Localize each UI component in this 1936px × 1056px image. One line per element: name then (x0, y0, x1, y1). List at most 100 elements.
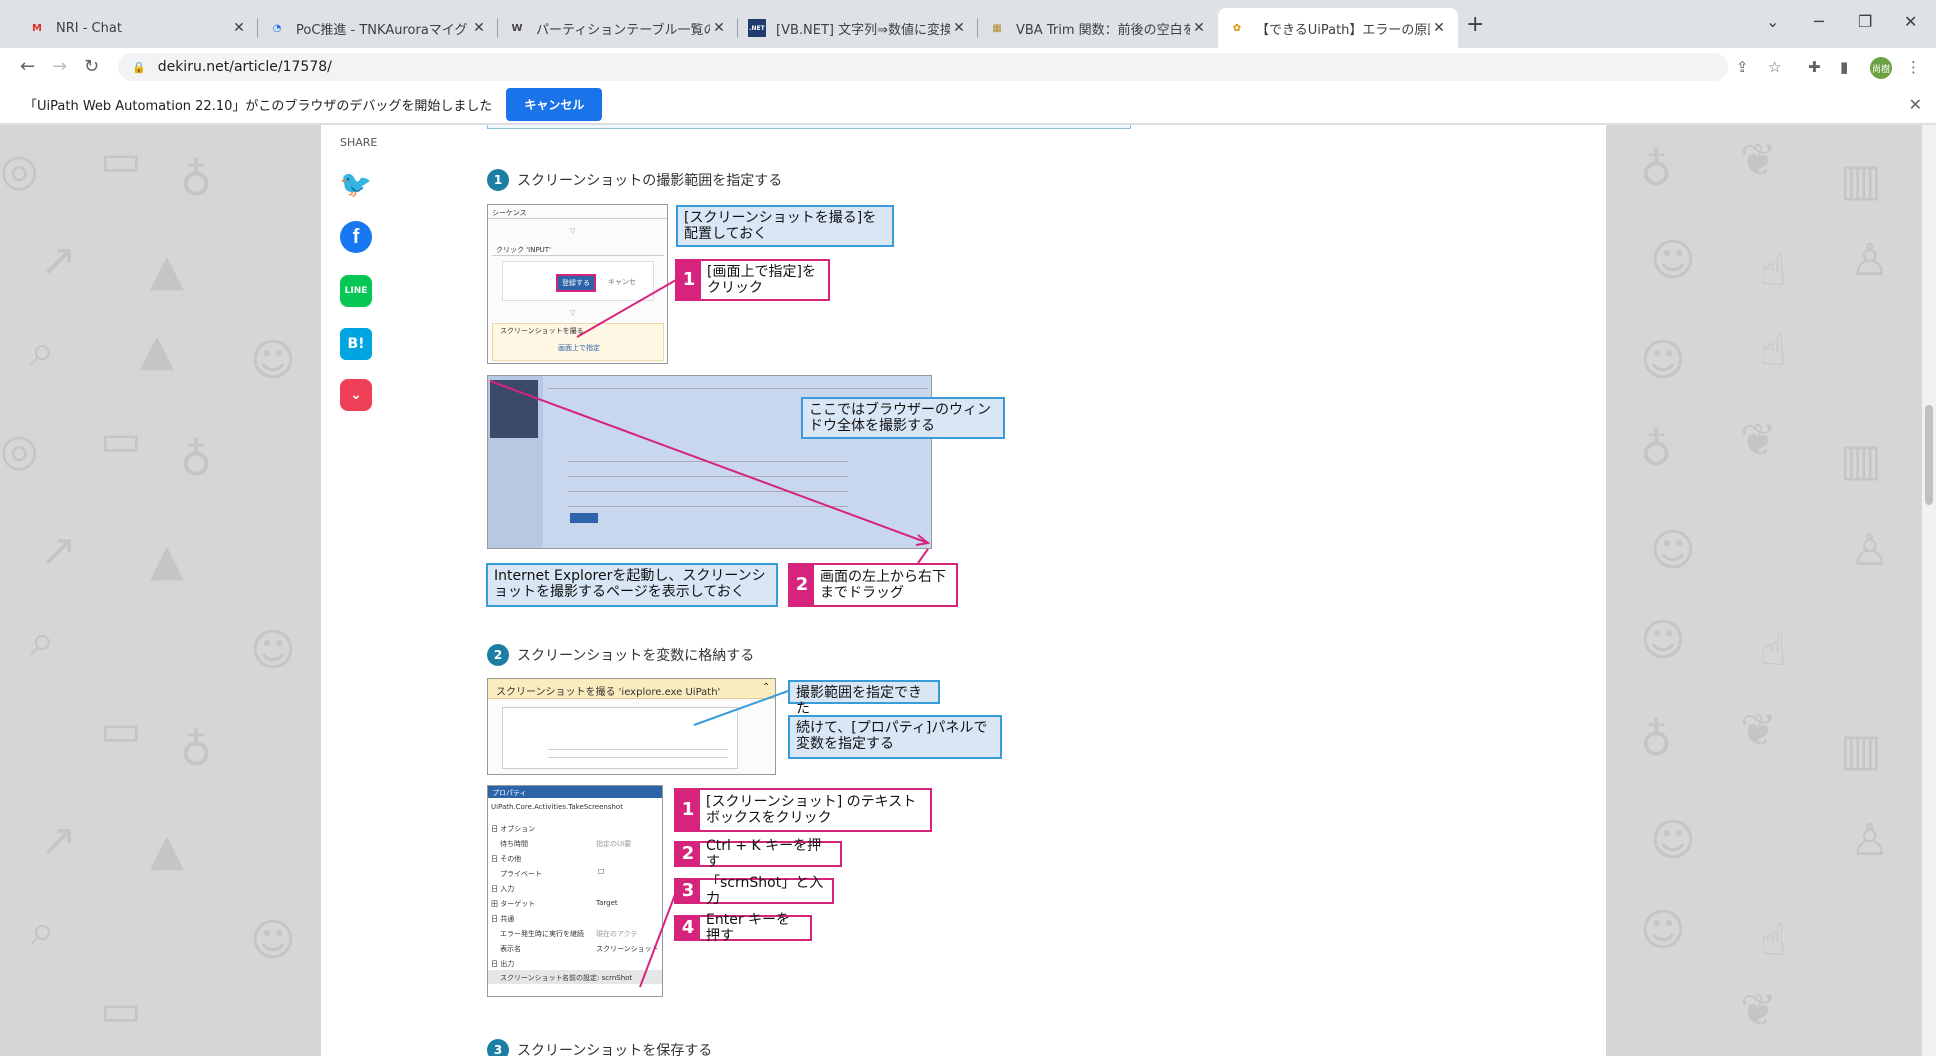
close-icon[interactable]: ✕ (1190, 20, 1208, 36)
background-search-icon: ⌕ (30, 905, 55, 956)
address-bar[interactable]: 🔒 dekiru.net/article/17578/ (118, 53, 1728, 81)
background-thumb-icon: ☝ (1760, 625, 1787, 676)
gmail-icon: M (32, 22, 42, 34)
url-text: dekiru.net/article/17578/ (157, 59, 332, 75)
step-title: スクリーンショットを保存する (517, 1043, 713, 1056)
props-class: UiPath.Core.Activities.TakeScreenshot (491, 803, 623, 811)
callout-next-note: 続けて、[プロパティ]パネルで変数を指定する (788, 715, 1002, 759)
back-icon[interactable]: ← (20, 56, 35, 77)
callout-captured: 撮影範囲を指定できた (788, 680, 940, 717)
shot-click-label: クリック 'INPUT' (496, 246, 551, 254)
background-laptop-icon: ▭ (100, 135, 142, 186)
background-search-icon: ⌕ (30, 615, 55, 666)
close-icon[interactable]: ✕ (950, 20, 968, 36)
background-bulb-icon: ♁ (180, 155, 213, 206)
background-target-icon: ◎ (0, 145, 39, 196)
tab-vba-trim[interactable]: ▦ VBA Trim 関数：前後の空白を削除 ✕ (978, 8, 1218, 48)
background-laptop-icon: ▭ (100, 985, 142, 1036)
tab-strip: M NRI - Chat ✕ ◔ PoC推進 - TNKAuroraマイグレ M… (0, 0, 1936, 48)
callout-click-onscreen: 1 [画面上で指定]をクリック (675, 259, 830, 301)
close-icon[interactable]: ✕ (1430, 20, 1448, 36)
previous-box-edge (487, 125, 1131, 129)
background-bulb-icon: ♁ (1640, 145, 1673, 196)
step1-heading: 1 スクリーンショットの撮影範囲を指定する (487, 169, 782, 191)
cancel-debug-button[interactable]: キャンセル (506, 88, 603, 121)
callout-ctrl-k: 2 Ctrl + K キーを押す (674, 838, 842, 870)
background-person-icon: ♙ (1850, 235, 1890, 286)
browser-toolbar: ← → ↻ 🔒 dekiru.net/article/17578/ ⇪ ☆ ✚ … (0, 48, 1936, 86)
activity-title: スクリーンショットを撮る 'iexplore.exe UiPath' (496, 687, 721, 698)
background-arrow-icon: ↗ (40, 235, 77, 286)
properties-screenshot: プロパティ UiPath.Core.Activities.TakeScreens… (487, 785, 663, 997)
shot-screenshot-label: スクリーンショットを撮る (500, 327, 584, 335)
facebook-icon[interactable]: f (340, 221, 372, 253)
close-icon[interactable]: ✕ (230, 20, 248, 36)
background-head-icon: ☺ (1640, 905, 1686, 956)
step-number-badge: 1 (487, 169, 509, 191)
tab-poc[interactable]: ◔ PoC推進 - TNKAuroraマイグレ Ma ✕ (258, 8, 498, 48)
tab-dekiru-uipath[interactable]: ✿ 【できるUiPath】エラーの原因がわかる ✕ (1218, 8, 1458, 48)
tab-title: PoC推進 - TNKAuroraマイグレ Ma (296, 22, 470, 38)
lock-icon: 🔒 (132, 60, 146, 74)
tab-nri-chat[interactable]: M NRI - Chat ✕ (18, 8, 258, 48)
close-icon[interactable]: ✕ (710, 20, 728, 36)
extensions-icon[interactable]: ✚ (1808, 58, 1821, 76)
background-bulb-icon: ♁ (180, 435, 213, 486)
avatar[interactable]: 尚樹 (1870, 57, 1892, 79)
scrollbar-thumb[interactable] (1925, 405, 1933, 505)
forward-icon[interactable]: → (52, 56, 67, 77)
callout-window-note: ここではブラウザーのウィンドウ全体を撮影する (801, 397, 1005, 439)
close-infobar-icon[interactable]: ✕ (1909, 95, 1922, 114)
bookmark-star-icon[interactable]: ☆ (1768, 58, 1781, 76)
tab-title: VBA Trim 関数：前後の空白を削除 (1016, 22, 1190, 38)
background-hands-icon: ❦ (1740, 135, 1777, 186)
hatena-bookmark-icon[interactable]: B! (340, 328, 372, 360)
callout-click-textbox: 1 [スクリーンショット] のテキストボックスをクリック (674, 788, 932, 832)
shot-sequence-label: シーケンス (492, 209, 527, 217)
background-head-icon: ☺ (1650, 525, 1696, 576)
twitter-icon[interactable]: 🐦 (340, 169, 372, 201)
line-icon[interactable]: LINE (340, 275, 372, 307)
background-mountain-icon: ▲ (140, 325, 174, 376)
props-title: プロパティ (492, 789, 527, 797)
background-mountain-icon: ▲ (150, 245, 184, 296)
pocket-icon[interactable]: ⌄ (340, 379, 372, 411)
callout-drag: 2 画面の左上から右下までドラッグ (788, 563, 958, 607)
background-bulb-icon: ♁ (180, 725, 213, 776)
share-page-icon[interactable]: ⇪ (1736, 58, 1749, 76)
shot-onscreen-link: 画面上で指定 (558, 344, 600, 352)
reload-icon[interactable]: ↻ (84, 56, 99, 77)
side-panel-icon[interactable]: ▮ (1840, 58, 1848, 76)
step-number-badge: 3 (487, 1039, 509, 1056)
tab-vbnet[interactable]: .NET [VB.NET] 文字列⇒数値に変換する ✕ (738, 8, 978, 48)
shot-register-button: 登録する (556, 274, 596, 292)
activity-screenshot: スクリーンショットを撮る 'iexplore.exe UiPath' ⌃ (487, 678, 776, 775)
step-title: スクリーンショットを変数に格納する (517, 648, 755, 664)
callout-type-scrnshot: 3 「scrnShot」と入力 (674, 875, 834, 907)
menu-icon[interactable]: ⋮ (1906, 58, 1921, 76)
background-person-icon: ♙ (1850, 525, 1890, 576)
step-number-badge: 2 (487, 644, 509, 666)
tab-search-icon[interactable]: ⌄ (1766, 12, 1779, 31)
background-person-icon: ♙ (1850, 815, 1890, 866)
close-icon[interactable]: ✕ (470, 20, 488, 36)
page-scrollbar[interactable] (1922, 125, 1936, 1056)
window-close-button[interactable]: ✕ (1904, 12, 1917, 31)
infobar-message: 「UiPath Web Automation 22.10」がこのブラウザのデバッ… (24, 99, 493, 114)
favicon-icon: ▦ (992, 22, 1002, 34)
shot-cancel-text: キャンセ (608, 278, 636, 286)
background-mountain-icon: ▲ (150, 825, 184, 876)
background-laptop-icon: ▭ (100, 415, 142, 466)
restore-button[interactable]: ❐ (1858, 12, 1872, 31)
background-search-icon: ⌕ (30, 325, 55, 376)
background-thumb-icon: ☝ (1760, 915, 1787, 966)
minimize-button[interactable]: ─ (1814, 12, 1824, 31)
background-mountain-icon: ▲ (150, 535, 184, 586)
background-hands-icon: ❦ (1740, 705, 1777, 756)
dotnet-icon: .NET (748, 19, 766, 37)
background-hands-icon: ❦ (1740, 985, 1777, 1036)
share-label: SHARE (340, 136, 378, 149)
tab-partition[interactable]: W パーティションテーブル一覧の確認方法 ✕ (498, 8, 738, 48)
new-tab-button[interactable]: + (1466, 12, 1484, 37)
background-head-icon: ☺ (1650, 235, 1696, 286)
